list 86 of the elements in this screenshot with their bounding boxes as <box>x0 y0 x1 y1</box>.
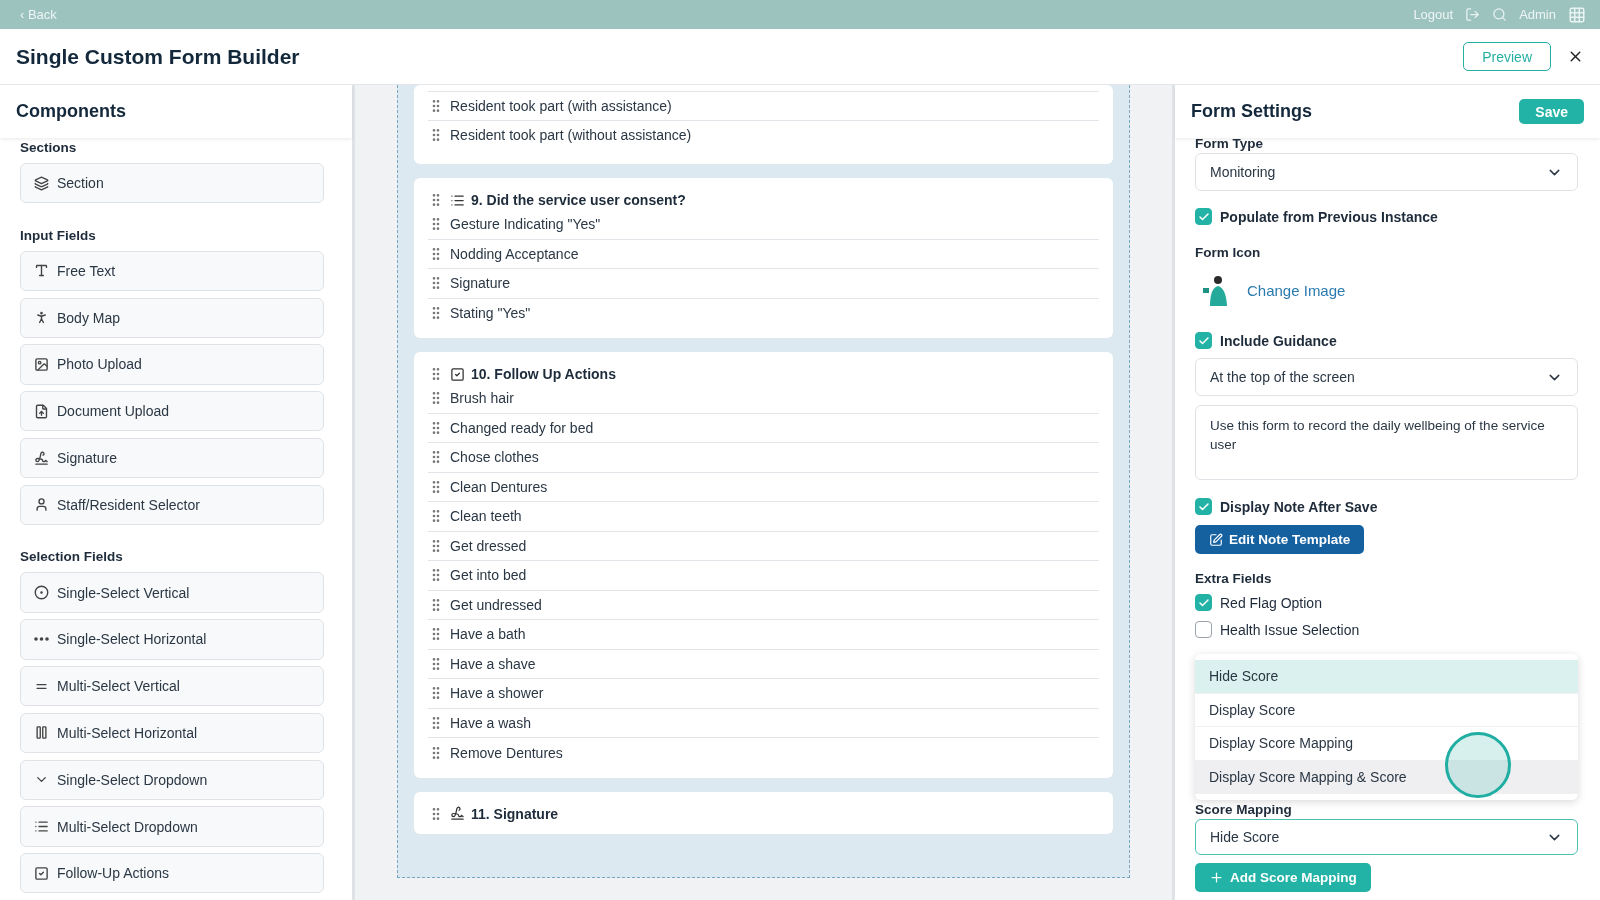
layers-icon <box>34 175 49 191</box>
checkbox-icon <box>450 366 465 382</box>
figure-icon <box>34 310 49 326</box>
edit-icon <box>1209 532 1223 547</box>
option-label: Signature <box>450 275 510 292</box>
option-label: Have a shave <box>450 655 536 672</box>
component-item[interactable]: Single-Select Vertical <box>20 572 324 613</box>
option-label: Have a shower <box>450 685 544 702</box>
menu-option[interactable]: Display Score <box>1195 693 1578 727</box>
group-label: Input Fields <box>20 227 97 243</box>
component-item[interactable]: Document Upload <box>20 391 324 432</box>
menu-option[interactable]: Hide Score <box>1195 660 1578 694</box>
panel-title: Components <box>16 101 126 122</box>
checkbox-label: Health Issue Selection <box>1220 621 1360 638</box>
field-label: Score Mapping <box>1195 802 1293 817</box>
field-label: Form Icon <box>1195 245 1262 260</box>
checkbox[interactable] <box>1195 208 1212 225</box>
question-title: 11. Signature <box>471 805 559 822</box>
component-item[interactable]: Single-Select Dropdown <box>20 759 324 800</box>
checkbox[interactable] <box>1195 594 1212 611</box>
option-label: Get undressed <box>450 596 542 613</box>
component-item[interactable]: Staff/Resident Selector <box>20 484 324 525</box>
file-icon <box>34 403 49 419</box>
person-icon <box>34 497 49 513</box>
check-icon <box>1197 334 1210 347</box>
radio-icon <box>34 585 49 601</box>
field-label: Form Type <box>1195 136 1264 151</box>
component-item[interactable]: Multi-Select Horizontal <box>20 712 324 754</box>
component-item[interactable]: Signature <box>20 437 324 479</box>
check-icon <box>1197 210 1210 223</box>
checkbox[interactable] <box>1195 332 1212 349</box>
two-bars-icon <box>34 725 49 741</box>
option-label: Brush hair <box>450 390 514 407</box>
component-item[interactable]: Free Text <box>20 250 324 292</box>
panel-title: Form Settings <box>1191 101 1312 122</box>
page-title: Single Custom Form Builder <box>16 44 300 69</box>
component-item[interactable]: Multi-Select Dropdown <box>20 806 324 847</box>
option-label: Clean teeth <box>450 508 522 525</box>
checkbox-label: Include Guidance <box>1220 332 1337 349</box>
option-label: Gesture Indicating "Yes" <box>450 216 601 233</box>
image-icon <box>34 357 49 372</box>
checkbox-icon <box>34 865 49 881</box>
check-icon <box>1197 500 1210 513</box>
group-label: Selection Fields <box>20 549 124 565</box>
group-label: Sections <box>20 140 78 155</box>
option-label: Clean Dentures <box>450 478 548 495</box>
checkbox-label: Red Flag Option <box>1220 594 1322 611</box>
option-label: Get into bed <box>450 567 527 584</box>
component-item[interactable]: Body Map <box>20 297 324 338</box>
option-label: Chose clothes <box>450 449 539 466</box>
edit-note-template-button[interactable]: Edit Note Template <box>1195 525 1365 554</box>
option-label: Stating "Yes" <box>450 305 531 322</box>
option-label: Get dressed <box>450 537 527 554</box>
select-field[interactable]: Monitoring <box>1195 153 1578 191</box>
question-title: 10. Follow Up Actions <box>471 366 616 382</box>
list-icon <box>450 192 465 208</box>
option-label: Nodding Acceptance <box>450 245 579 262</box>
checkbox[interactable] <box>1195 498 1212 515</box>
option-label: Resident took part (with assistance) <box>450 97 672 114</box>
component-item[interactable]: Section <box>20 163 324 204</box>
option-label: Resident took part (without assistance) <box>450 127 692 144</box>
option-label: Have a wash <box>450 714 531 731</box>
field-label: Extra Fields <box>1195 571 1273 586</box>
option-label: Changed ready for bed <box>450 419 594 436</box>
plus-icon <box>1209 870 1224 885</box>
option-label: Have a bath <box>450 626 526 643</box>
change-image-link[interactable]: Change Image <box>1247 281 1346 299</box>
dots-icon <box>34 637 49 642</box>
component-item[interactable]: Single-Select Horizontal <box>20 619 324 660</box>
menu-option[interactable]: Display Score Mapping & Score <box>1195 760 1578 794</box>
check-icon <box>1197 596 1210 609</box>
question-title: 9. Did the service user consent? <box>471 192 686 208</box>
menu-option[interactable]: Display Score Mapping <box>1195 727 1578 761</box>
checkbox-label: Display Note After Save <box>1220 498 1378 515</box>
component-item[interactable]: Follow-Up Actions <box>20 853 324 894</box>
component-item[interactable]: Photo Upload <box>20 344 324 385</box>
option-label: Remove Dentures <box>450 744 563 761</box>
signature-icon <box>34 450 49 466</box>
checkbox[interactable] <box>1195 621 1212 638</box>
list-icon <box>34 819 49 834</box>
select-field[interactable]: At the top of the screen <box>1195 358 1578 396</box>
component-item[interactable]: Multi-Select Vertical <box>20 666 324 707</box>
guidance-textarea[interactable]: Use this form to record the daily wellbeing of the service user <box>1195 405 1578 480</box>
checkbox-label: Populate from Previous Instance <box>1220 208 1438 225</box>
select-field[interactable]: Hide Score <box>1195 819 1578 855</box>
signature-icon <box>450 806 465 821</box>
